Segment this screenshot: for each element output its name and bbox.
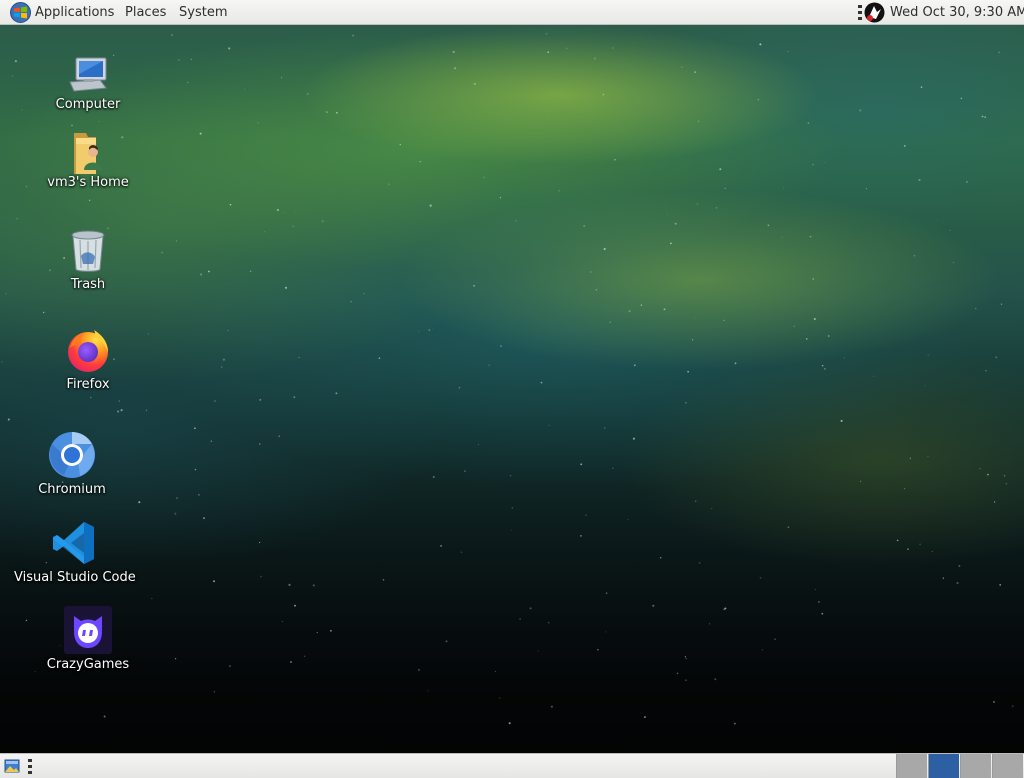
system-menu[interactable]: System [179, 0, 227, 25]
tray-handle-icon[interactable] [857, 4, 863, 21]
computer-icon [69, 57, 107, 92]
top-panel: Applications Places System Wed Oct 30, 9… [0, 0, 1024, 25]
crazygames-icon [64, 606, 112, 654]
desktop-icon-firefox[interactable]: Firefox [38, 326, 138, 394]
window-list [38, 754, 894, 778]
chromium-icon [49, 432, 95, 478]
applications-logo-icon [10, 2, 31, 23]
tray-app-icon[interactable] [864, 2, 885, 23]
workspace-switcher [896, 754, 1024, 778]
desktop-wallpaper[interactable] [0, 0, 1024, 778]
desktop-icon-label: CrazyGames [46, 657, 130, 672]
desktop-icon-trash[interactable]: Trash [38, 226, 138, 294]
workspace-3[interactable] [960, 754, 991, 778]
home-folder-icon [74, 133, 102, 174]
workspace-4[interactable] [992, 754, 1023, 778]
desktop-icon-computer[interactable]: Computer [38, 52, 138, 118]
workspace-2[interactable] [928, 754, 959, 778]
desktop-icon-label: vm3's Home [47, 175, 129, 190]
panel-clock[interactable]: Wed Oct 30, 9:30 AM [890, 0, 1024, 25]
desktop-icon-home[interactable]: vm3's Home [38, 130, 138, 196]
vscode-icon [53, 522, 94, 564]
window-list-handle-icon[interactable] [27, 758, 33, 774]
trash-icon [71, 230, 105, 272]
desktop-screen: Applications Places System Wed Oct 30, 9… [0, 0, 1024, 778]
firefox-icon [68, 330, 108, 372]
show-desktop-icon[interactable] [4, 757, 22, 775]
workspace-1[interactable] [896, 754, 927, 778]
desktop-icon-chromium[interactable]: Chromium [22, 431, 122, 499]
applications-menu-label: Applications [35, 5, 115, 20]
places-menu[interactable]: Places [125, 0, 166, 25]
desktop-icon-label: Trash [70, 277, 106, 292]
bottom-panel [0, 753, 1024, 778]
desktop-icon-label: Visual Studio Code [14, 570, 136, 585]
desktop-icon-vscode[interactable]: Visual Studio Code [14, 519, 136, 587]
desktop-icon-label: Computer [55, 97, 121, 112]
desktop-icon-crazygames[interactable]: CrazyGames [38, 606, 138, 674]
desktop-icon-label: Chromium [38, 482, 106, 497]
desktop-icon-label: Firefox [66, 377, 110, 392]
